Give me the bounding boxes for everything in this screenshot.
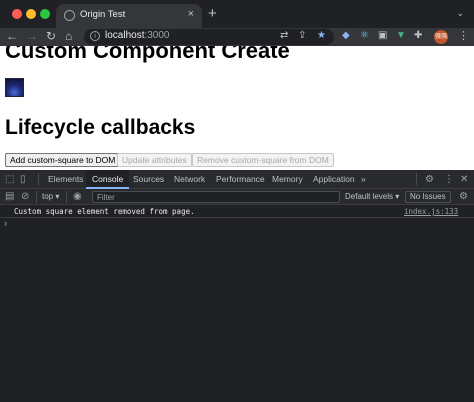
log-levels-dropdown[interactable]: Default levels ▾ xyxy=(345,191,399,203)
tab-elements[interactable]: Elements xyxy=(48,170,83,189)
globe-icon xyxy=(64,10,75,21)
settings-gear-icon[interactable]: ⚙ xyxy=(425,174,434,185)
remove-square-button[interactable]: Remove custom-square from DOM xyxy=(192,153,334,167)
live-expression-eye-icon[interactable]: ◉ xyxy=(73,191,82,202)
log-source-link[interactable]: index.js:133 xyxy=(404,207,458,216)
device-toolbar-icon[interactable]: ▯ xyxy=(20,174,26,185)
divider xyxy=(66,191,67,203)
site-info-icon[interactable]: i xyxy=(90,31,100,41)
profile-avatar[interactable]: 强强 xyxy=(434,30,448,44)
custom-square xyxy=(5,78,24,97)
tab-network[interactable]: Network xyxy=(174,170,205,189)
back-icon[interactable]: ← xyxy=(6,29,18,44)
devtools-tabbar: ⬚ ▯ Elements Console Sources Network Per… xyxy=(0,170,474,189)
tab-console[interactable]: Console xyxy=(86,170,130,189)
extensions-puzzle-icon[interactable]: ✚ xyxy=(414,30,422,41)
browser-toolbar: ← → ↻ ⌂ i localhost:3000 ⇄ ⇪ ★ ◆ ⚛ ▣ ▼ ✚… xyxy=(0,28,474,46)
browser-tab[interactable]: Origin Test × xyxy=(56,4,202,28)
minimize-window-button[interactable] xyxy=(26,9,36,19)
close-devtools-icon[interactable]: ✕ xyxy=(460,174,468,185)
devtools-menu-icon[interactable]: ⋮ xyxy=(444,174,454,185)
devtools-panel: ⬚ ▯ Elements Console Sources Network Per… xyxy=(0,170,474,402)
tab-application[interactable]: Application xyxy=(313,170,355,189)
tab-title: Origin Test xyxy=(80,9,126,20)
sidebar-toggle-icon[interactable]: ▤ xyxy=(5,191,14,202)
bookmark-star-icon[interactable]: ★ xyxy=(317,30,326,41)
tab-strip: Origin Test × + ⌄ xyxy=(0,0,474,28)
react-devtools-icon[interactable]: ⚛ xyxy=(360,30,369,41)
browser-menu-icon[interactable]: ⋮ xyxy=(458,29,469,42)
clear-console-icon[interactable]: ⊘ xyxy=(21,191,29,202)
new-tab-button[interactable]: + xyxy=(208,6,217,21)
context-selector[interactable]: top ▾ xyxy=(42,191,59,203)
inspect-element-icon[interactable]: ⬚ xyxy=(5,174,14,185)
address-bar[interactable]: i localhost:3000 ⇄ ⇪ ★ xyxy=(84,29,334,45)
console-log-row: Custom square element removed from page.… xyxy=(0,206,474,218)
translate-icon[interactable]: ⇄ xyxy=(280,30,288,41)
filter-placeholder: Filter xyxy=(97,193,115,202)
more-tabs-icon[interactable]: » xyxy=(361,170,366,189)
add-square-button[interactable]: Add custom-square to DOM xyxy=(5,153,121,167)
tab-memory[interactable]: Memory xyxy=(272,170,303,189)
extension-box-icon[interactable]: ▣ xyxy=(378,30,387,41)
section-heading: Lifecycle callbacks xyxy=(5,116,196,139)
close-window-button[interactable] xyxy=(12,9,22,19)
extension-diamond-icon[interactable]: ◆ xyxy=(342,30,350,41)
tab-sources[interactable]: Sources xyxy=(133,170,164,189)
url-text[interactable]: localhost:3000 xyxy=(105,30,170,41)
forward-icon[interactable]: → xyxy=(26,29,38,44)
console-filter-input[interactable]: Filter xyxy=(92,191,340,203)
close-tab-icon[interactable]: × xyxy=(188,8,194,20)
share-icon[interactable]: ⇪ xyxy=(298,30,306,41)
tab-search-icon[interactable]: ⌄ xyxy=(456,8,464,19)
maximize-window-button[interactable] xyxy=(40,9,50,19)
log-message: Custom square element removed from page. xyxy=(14,207,195,216)
page-viewport: Custom Component Create Lifecycle callba… xyxy=(0,46,474,170)
update-attributes-button[interactable]: Update attributes xyxy=(117,153,192,167)
issues-button[interactable]: No Issues xyxy=(405,191,451,203)
page-heading: Custom Component Create xyxy=(5,46,290,63)
divider xyxy=(36,191,37,203)
divider xyxy=(38,173,39,185)
vue-devtools-icon[interactable]: ▼ xyxy=(396,30,406,41)
divider xyxy=(416,173,417,185)
tab-performance[interactable]: Performance xyxy=(216,170,265,189)
reload-icon[interactable]: ↻ xyxy=(46,29,56,44)
console-prompt-chevron-icon[interactable]: › xyxy=(4,218,7,228)
console-settings-gear-icon[interactable]: ⚙ xyxy=(459,191,468,202)
console-toolbar: ▤ ⊘ top ▾ ◉ Filter Default levels ▾ No I… xyxy=(0,189,474,205)
home-icon[interactable]: ⌂ xyxy=(65,29,72,44)
